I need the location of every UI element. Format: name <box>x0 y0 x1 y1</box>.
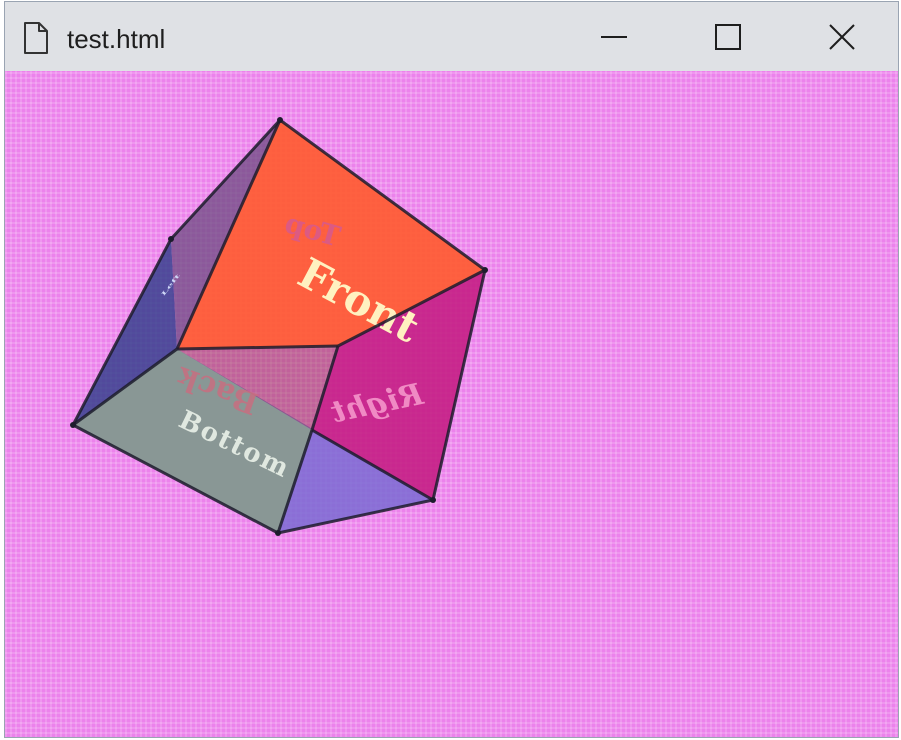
close-button[interactable] <box>785 2 898 71</box>
maximize-button[interactable] <box>671 2 785 71</box>
window-title: test.html <box>67 24 166 54</box>
document-icon <box>24 22 48 54</box>
maximize-icon <box>715 23 741 50</box>
title-bar[interactable]: test.html <box>5 2 898 71</box>
browser-window: test.html Top Front Right Back Bottom Le… <box>4 1 899 738</box>
minimize-icon <box>601 35 627 38</box>
page-content: Top Front Right Back Bottom Left <box>5 71 898 737</box>
cube-scene: Top Front Right Back Bottom Left <box>70 117 488 536</box>
minimize-button[interactable] <box>557 2 671 71</box>
close-icon <box>829 23 855 50</box>
